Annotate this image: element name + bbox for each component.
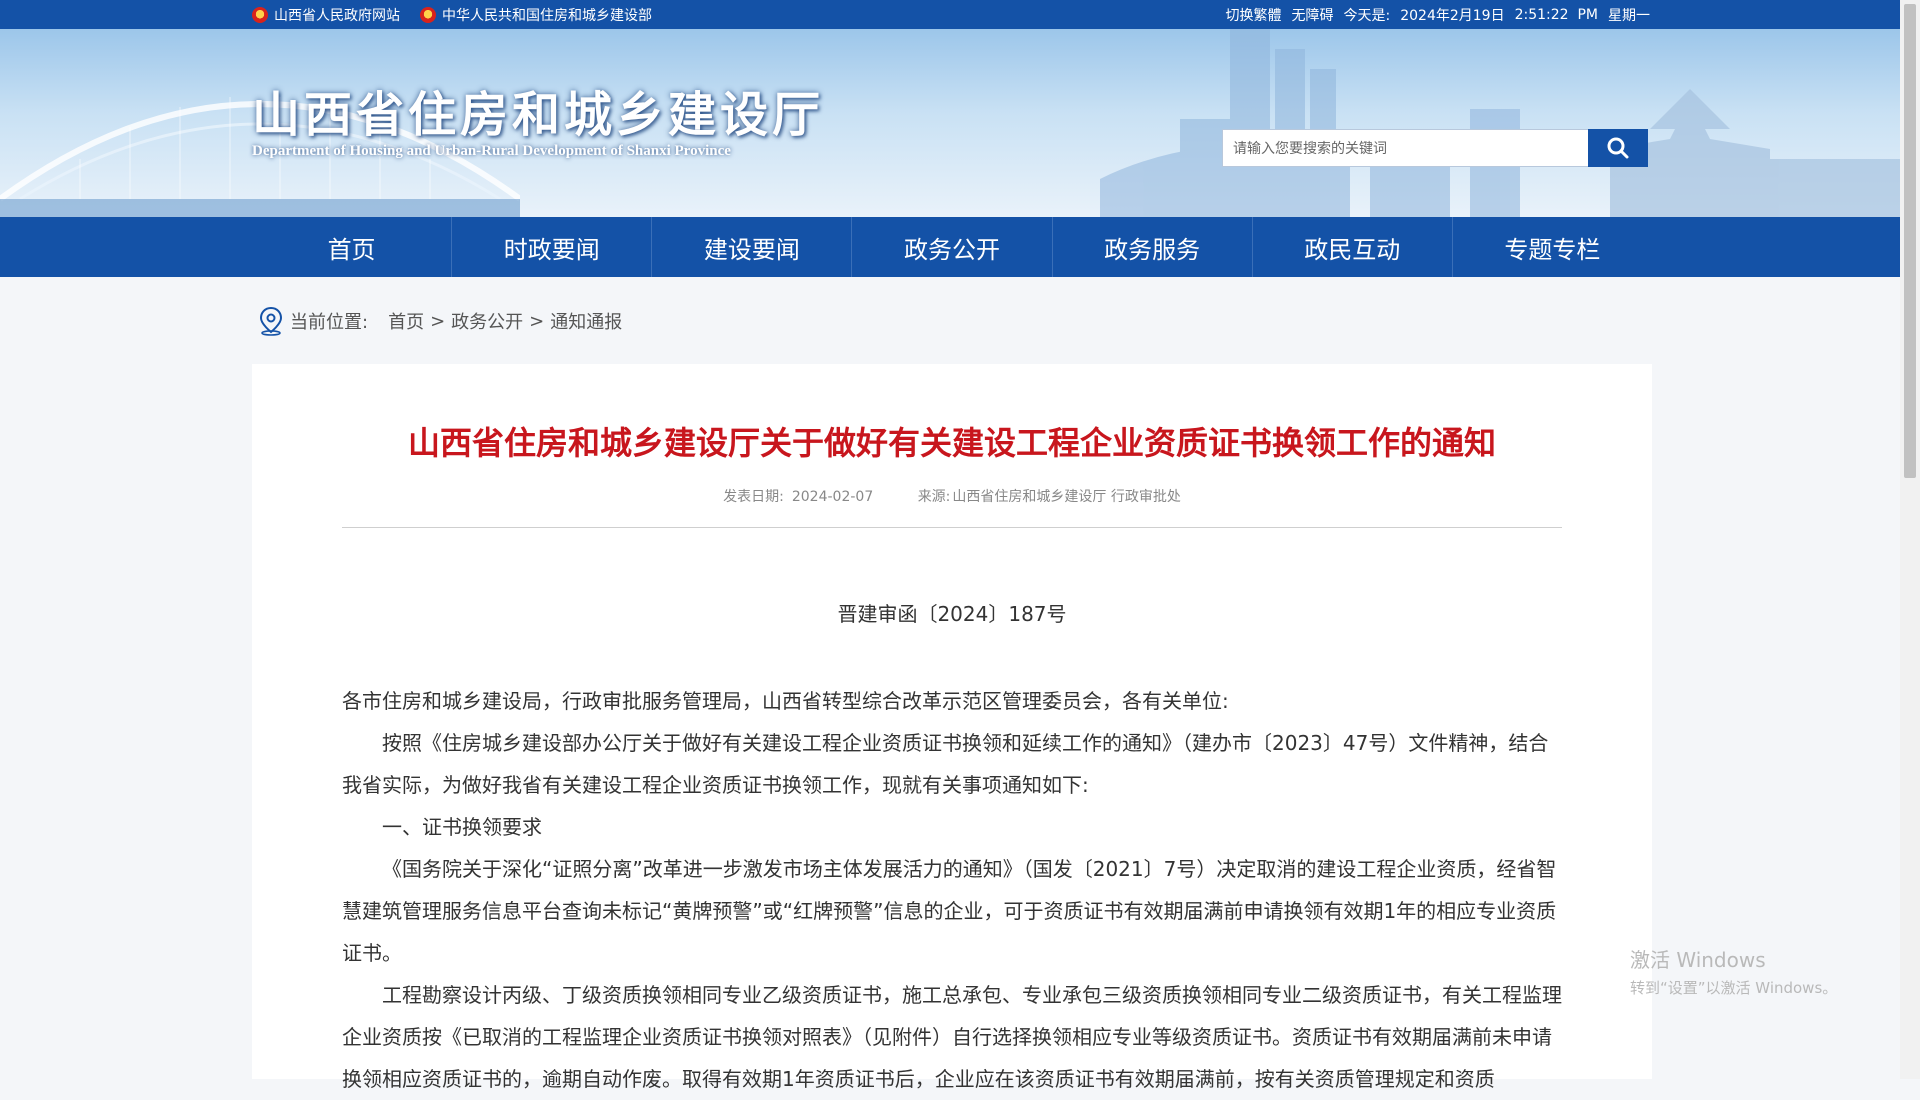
link-ministry-site-label: 中华人民共和国住房和城乡建设部 (442, 7, 652, 24)
article-card: 山西省住房和城乡建设厅关于做好有关建设工程企业资质证书换领工作的通知 发表日期:… (252, 364, 1652, 1091)
nav-item-home[interactable]: 首页 (252, 217, 453, 277)
watermark-line2: 转到“设置”以激活 Windows。 (1630, 979, 1838, 997)
nav-item-special-topics[interactable]: 专题专栏 (1453, 217, 1652, 277)
title-divider (342, 527, 1562, 528)
search-input[interactable] (1222, 129, 1588, 167)
article-paragraph: 各市住房和城乡建设局，行政审批服务管理局，山西省转型综合改革示范区管理委员会，各… (342, 689, 1229, 713)
current-date: 2024年2月19日 (1400, 7, 1505, 24)
site-title: 山西省住房和城乡建设厅 (252, 87, 825, 143)
national-emblem-icon (420, 6, 436, 23)
article-paragraph: 《国务院关于深化“证照分离”改革进一步激发市场主体发展活力的通知》（国发〔202… (342, 857, 1557, 965)
breadcrumb-home[interactable]: 首页 (388, 308, 424, 334)
article-paragraph: 工程勘察设计丙级、丁级资质换领相同专业乙级资质证书，施工总承包、专业承包三级资质… (342, 983, 1562, 1091)
nav-item-public-interaction[interactable]: 政民互动 (1253, 217, 1453, 277)
scrollbar-thumb[interactable] (1904, 4, 1916, 478)
accessibility-link[interactable]: 无障碍 (1292, 5, 1334, 25)
search-bar (1222, 129, 1652, 167)
top-bar: 山西省人民政府网站 中华人民共和国住房和城乡建设部 切换繁體 无障碍 今天是: … (0, 0, 1900, 29)
site-subtitle: Department of Housing and Urban-Rural De… (252, 143, 731, 159)
city-skyline-illustration (1100, 29, 1900, 217)
national-emblem-icon (252, 6, 268, 23)
link-ministry-site[interactable]: 中华人民共和国住房和城乡建设部 (420, 5, 652, 25)
article-title: 山西省住房和城乡建设厅关于做好有关建设工程企业资质证书换领工作的通知 (407, 424, 1496, 462)
current-time: 2:51:22 PM (1514, 6, 1598, 23)
current-weekday: 星期一 (1608, 7, 1650, 24)
source-label: 来源: (917, 489, 951, 505)
document-number: 晋建审函〔2024〕187号 (837, 602, 1067, 626)
article-body: 各市住房和城乡建设局，行政审批服务管理局，山西省转型综合改革示范区管理委员会，各… (342, 680, 1562, 1100)
article-source: 来源: 山西省住房和城乡建设厅 行政审批处 (918, 489, 1181, 505)
nav-item-government-affairs[interactable]: 政务公开 (852, 217, 1053, 277)
location-pin-icon (259, 306, 283, 336)
breadcrumb-notices[interactable]: 通知通报 (550, 308, 622, 334)
article-section-heading: 一、证书换领要求 (382, 815, 542, 839)
breadcrumb: 当前位置: 首页 > 政务公开 > 通知通报 (258, 306, 622, 336)
breadcrumb-separator: > (529, 310, 545, 332)
nav-item-construction-news[interactable]: 建设要闻 (652, 217, 853, 277)
search-icon (1607, 137, 1629, 159)
header-banner: 山西省住房和城乡建设厅 Department of Housing and Ur… (0, 29, 1900, 217)
article-paragraph: 按照《住房城乡建设部办公厅关于做好有关建设工程企业资质证书换领和延续工作的通知》… (342, 731, 1549, 797)
search-button[interactable] (1588, 129, 1648, 167)
article-meta: 发表日期: 2024-02-07 来源: 山西省住房和城乡建设厅 行政审批处 (252, 486, 1652, 506)
page-scrollbar[interactable] (1900, 0, 1920, 1079)
source-value: 山西省住房和城乡建设厅 行政审批处 (952, 489, 1181, 505)
switch-traditional-link[interactable]: 切换繁體 (1226, 5, 1282, 25)
nav-item-government-services[interactable]: 政务服务 (1053, 217, 1253, 277)
breadcrumb-label: 当前位置: (290, 312, 369, 333)
publish-date-value: 2024-02-07 (791, 489, 874, 505)
breadcrumb-separator: > (430, 310, 446, 332)
publish-date-label: 发表日期: (723, 489, 784, 505)
link-gov-site-label: 山西省人民政府网站 (274, 7, 400, 24)
nav-item-politics-news[interactable]: 时政要闻 (452, 217, 653, 277)
breadcrumb-government-affairs[interactable]: 政务公开 (451, 308, 523, 334)
windows-activation-watermark: 激活 Windows 转到“设置”以激活 Windows。 (1630, 944, 1837, 998)
link-gov-site[interactable]: 山西省人民政府网站 (252, 5, 400, 25)
watermark-line1: 激活 Windows (1630, 948, 1766, 972)
publish-date: 发表日期: 2024-02-07 (723, 489, 873, 505)
main-nav: 首页 时政要闻 建设要闻 政务公开 政务服务 政民互动 专题专栏 (0, 217, 1900, 277)
today-label: 今天是: (1343, 7, 1391, 24)
